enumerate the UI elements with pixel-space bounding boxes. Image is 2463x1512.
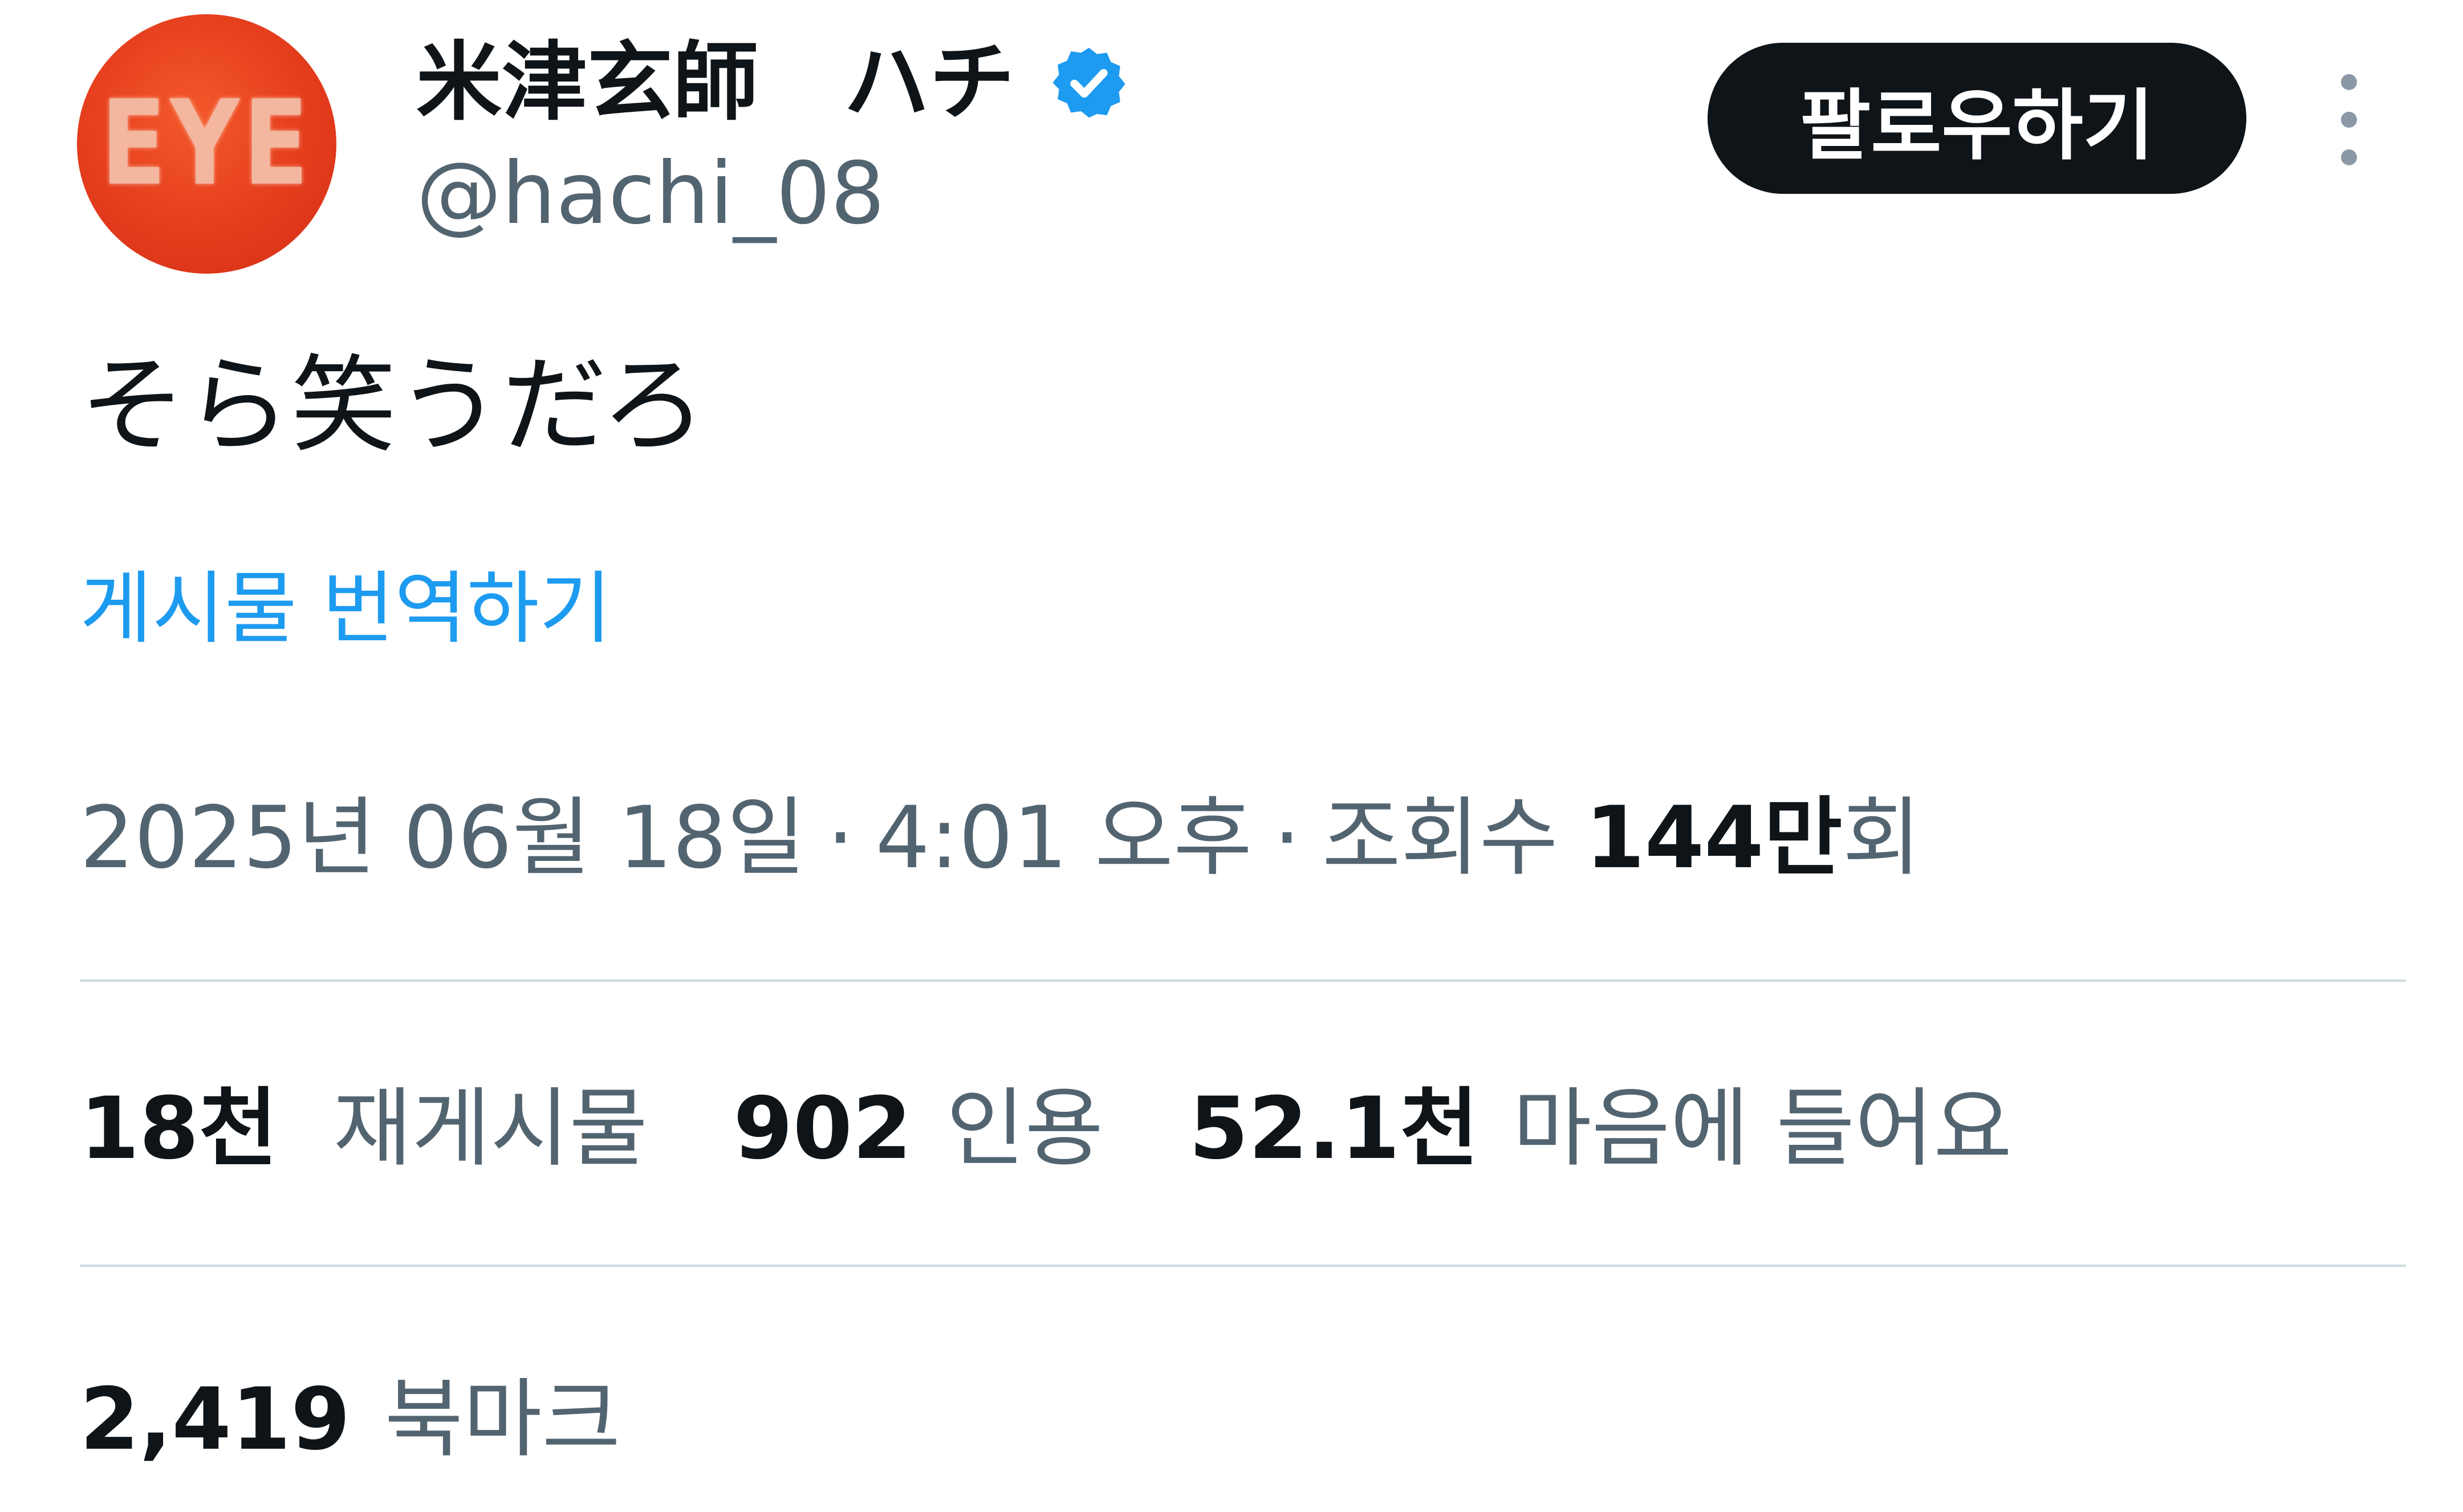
- post-date[interactable]: 2025년 06월 18일: [80, 787, 806, 889]
- bookmarks-label: 북마크: [384, 1370, 621, 1469]
- meta-separator: ·: [827, 788, 855, 888]
- views-count[interactable]: 144만: [1585, 787, 1842, 889]
- post-meta: 2025년 06월 18일 · 4:01 오후 · 조회수 144만 회: [80, 787, 1921, 889]
- views-spacer: [1558, 787, 1586, 889]
- avatar-text: EYE: [100, 76, 313, 212]
- more-dot: [2341, 74, 2357, 90]
- post-text: そら笑うだろ: [80, 344, 706, 467]
- more-vertical-icon[interactable]: [2326, 74, 2372, 165]
- engagement-stats: 18천 재게시물 902 인용 52.1천 마음에 들어요: [80, 1072, 2012, 1186]
- follow-button[interactable]: 팔로우하기: [1708, 43, 2246, 194]
- user-handle[interactable]: @hachi_08: [416, 143, 885, 245]
- translate-post-link[interactable]: 게시물 번역하기: [80, 562, 612, 656]
- likes-label: 마음에 들어요: [1513, 1079, 2013, 1178]
- meta-separator: ·: [1273, 788, 1301, 888]
- likes-count: 52.1천: [1189, 1079, 1479, 1178]
- views-label-suffix: 회: [1842, 788, 1921, 888]
- quotes-stat[interactable]: 902 인용: [733, 1086, 1103, 1172]
- display-name-row[interactable]: 米津玄師 ハチ: [416, 29, 1129, 137]
- bookmarks-stat[interactable]: 2,419 북마크: [80, 1363, 620, 1477]
- verified-badge-icon: [1052, 47, 1125, 118]
- display-name[interactable]: 米津玄師 ハチ: [416, 40, 1015, 125]
- post-detail: EYE 米津玄師 ハチ @hachi_08 팔로우하기 そら笑うだろ 게시물 번…: [0, 0, 2463, 1512]
- likes-stat[interactable]: 52.1천 마음에 들어요: [1189, 1086, 2012, 1172]
- more-dot: [2341, 149, 2357, 165]
- views-label-prefix: 조회수: [1322, 788, 1558, 888]
- divider: [80, 1265, 2406, 1267]
- post-time[interactable]: 4:01 오후: [876, 787, 1253, 889]
- divider: [80, 979, 2406, 982]
- quotes-count: 902: [733, 1079, 912, 1178]
- retweets-count: 18천: [80, 1079, 278, 1178]
- quotes-label: 인용: [946, 1079, 1104, 1178]
- retweets-label: 재게시물: [333, 1079, 648, 1178]
- retweets-stat[interactable]: 18천 재게시물: [80, 1086, 648, 1172]
- more-dot: [2341, 112, 2357, 128]
- bookmarks-count: 2,419: [80, 1370, 351, 1469]
- avatar[interactable]: EYE: [77, 14, 336, 274]
